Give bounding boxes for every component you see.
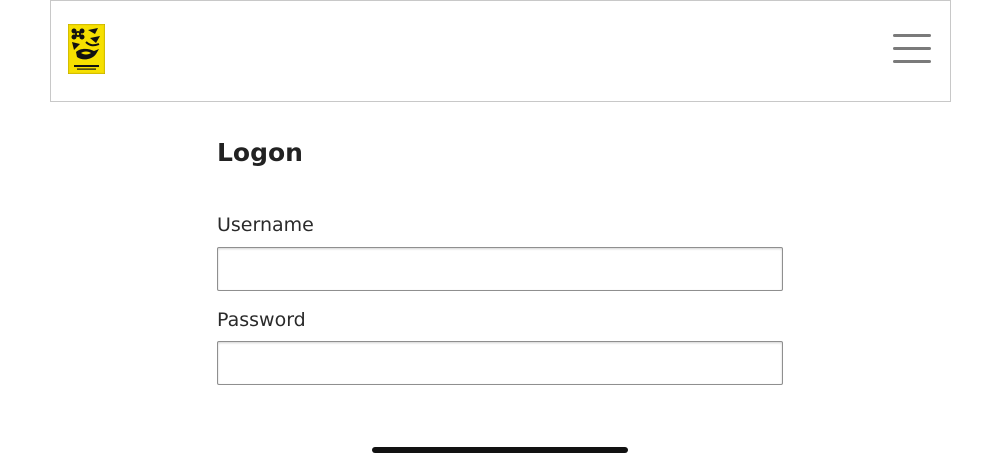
username-label: Username — [217, 214, 314, 236]
organization-logo-icon[interactable] — [67, 23, 106, 75]
hamburger-menu-icon[interactable] — [891, 31, 935, 69]
password-label: Password — [217, 309, 306, 331]
menu-bar-top — [893, 34, 931, 37]
home-indicator[interactable] — [372, 447, 628, 453]
menu-bar-middle — [893, 47, 931, 50]
password-field[interactable] — [217, 341, 783, 385]
menu-bar-bottom — [893, 60, 931, 63]
site-header — [50, 0, 951, 102]
page-title: Logon — [217, 138, 303, 167]
username-field[interactable] — [217, 247, 783, 291]
